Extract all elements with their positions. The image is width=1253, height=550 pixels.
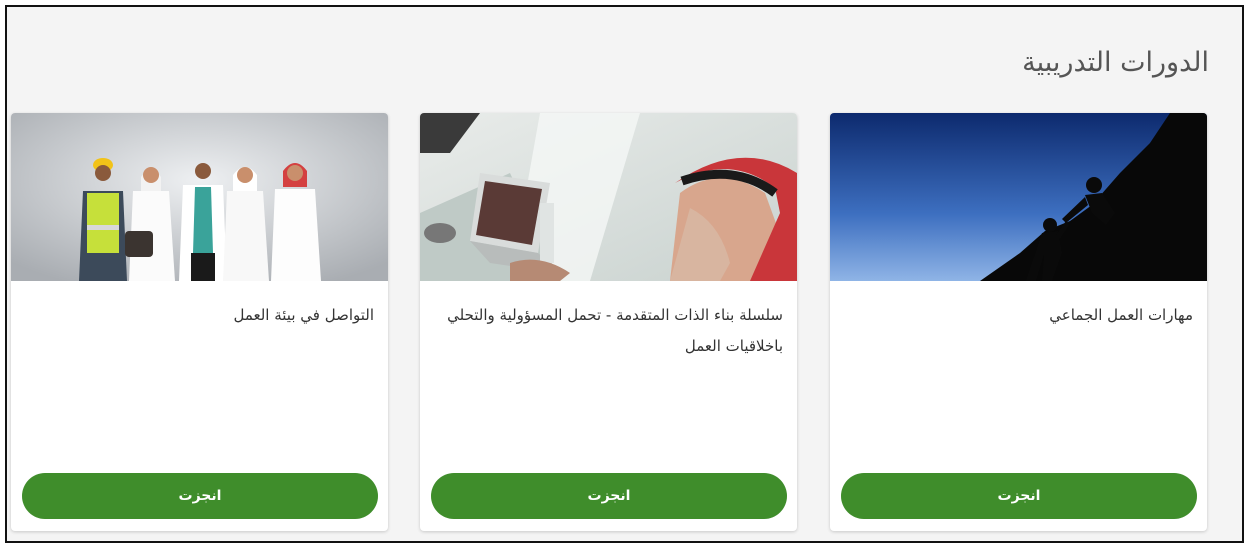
course-title: مهارات العمل الجماعي bbox=[1049, 306, 1193, 324]
team-climbing-image bbox=[830, 113, 1207, 281]
man-laptop-image bbox=[420, 113, 797, 281]
course-card-team-work[interactable]: مهارات العمل الجماعي انجزت bbox=[830, 113, 1207, 531]
section-title: الدورات التدريبية bbox=[1022, 47, 1209, 78]
completed-button[interactable]: انجزت bbox=[22, 473, 378, 519]
completed-button[interactable]: انجزت bbox=[431, 473, 787, 519]
course-title: التواصل في بيئة العمل bbox=[233, 306, 374, 324]
professionals-group-image bbox=[11, 113, 388, 281]
course-title: سلسلة بناء الذات المتقدمة - تحمل المسؤول… bbox=[447, 306, 783, 355]
course-card-self-building[interactable]: سلسلة بناء الذات المتقدمة - تحمل المسؤول… bbox=[420, 113, 797, 531]
completed-button[interactable]: انجزت bbox=[841, 473, 1197, 519]
course-card-communication[interactable]: التواصل في بيئة العمل انجزت bbox=[11, 113, 388, 531]
courses-section: الدورات التدريبية مهارات العمل الجماعي ا… bbox=[5, 5, 1244, 543]
